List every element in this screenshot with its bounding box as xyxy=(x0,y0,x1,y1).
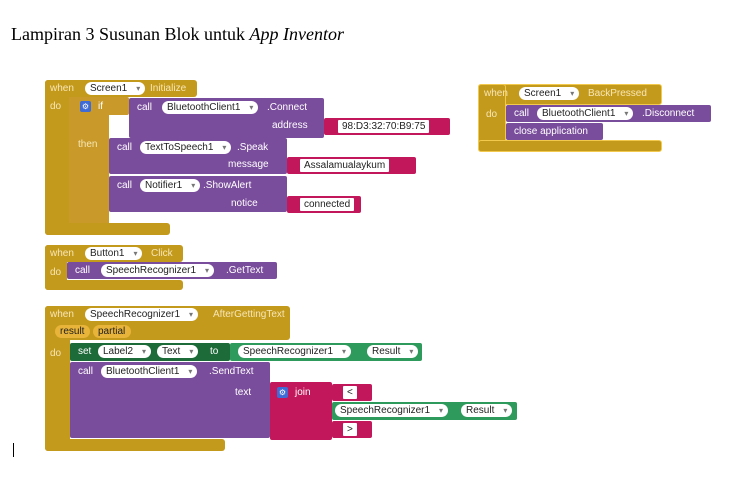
when-label: when xyxy=(50,309,74,320)
set-label: set xyxy=(78,346,92,357)
method-name: .ShowAlert xyxy=(203,180,252,191)
mutator-gear-icon[interactable]: ⚙ xyxy=(277,387,288,398)
do-label: do xyxy=(50,348,62,359)
event-name: Click xyxy=(151,248,173,259)
text-cursor xyxy=(13,443,14,457)
join-string-1-value[interactable]: < xyxy=(343,386,357,399)
screen-dropdown[interactable]: Screen1 xyxy=(519,87,580,100)
when-label: when xyxy=(484,88,508,99)
block-speech-aftergettingtext[interactable]: when SpeechRecognizer1 AfterGettingText … xyxy=(45,306,520,451)
method-name: .GetText xyxy=(226,265,264,276)
notice-value[interactable]: connected xyxy=(300,198,355,211)
speech-recognizer-dropdown[interactable]: SpeechRecognizer1 xyxy=(238,345,352,358)
call-label: call xyxy=(514,108,530,119)
join-label: join xyxy=(295,387,311,398)
when-label: when xyxy=(50,83,74,94)
block-screen1-initialize[interactable]: when Screen1 Initialize do ⚙ if then cal… xyxy=(45,80,450,235)
event-name: Initialize xyxy=(150,83,187,94)
param-text-label: text xyxy=(235,387,252,398)
block-button1-click[interactable]: when Button1 Click do call SpeechRecogni… xyxy=(45,245,280,290)
if-label: if xyxy=(98,101,103,112)
button-dropdown[interactable]: Button1 xyxy=(85,247,143,260)
screen-dropdown[interactable]: Screen1 xyxy=(85,82,146,95)
address-value[interactable]: 98:D3:32:70:B9:75 xyxy=(338,120,430,133)
call-label: call xyxy=(137,102,153,113)
speech-recognizer-dropdown[interactable]: SpeechRecognizer1 xyxy=(335,404,449,417)
label-component-dropdown[interactable]: Label2 xyxy=(98,345,152,358)
speech-recognizer-dropdown[interactable]: SpeechRecognizer1 xyxy=(85,308,199,321)
do-label: do xyxy=(50,267,62,278)
event-name: AfterGettingText xyxy=(213,309,285,320)
to-label: to xyxy=(210,346,219,357)
block-screen1-backpressed[interactable]: when Screen1 BackPressed do call Bluetoo… xyxy=(478,84,713,152)
event-footer xyxy=(45,223,170,235)
speech-recognizer-dropdown[interactable]: SpeechRecognizer1 xyxy=(101,264,215,277)
param-address-label: address xyxy=(272,120,308,131)
event-footer xyxy=(45,439,225,451)
page-heading: Lampiran 3 Susunan Blok untuk App Invent… xyxy=(11,24,344,44)
close-application-label: close application xyxy=(514,126,588,137)
call-label: call xyxy=(75,265,91,276)
param-partial[interactable]: partial xyxy=(93,325,132,338)
do-label: do xyxy=(50,101,62,112)
do-label: do xyxy=(486,109,498,120)
result-property-dropdown[interactable]: Result xyxy=(461,404,513,417)
method-name: .Disconnect xyxy=(642,108,695,119)
event-name: BackPressed xyxy=(588,88,647,99)
then-label: then xyxy=(78,139,98,150)
mutator-gear-icon[interactable]: ⚙ xyxy=(80,101,91,112)
param-result[interactable]: result xyxy=(55,325,91,338)
method-name: .Connect xyxy=(267,102,308,113)
when-label: when xyxy=(50,248,74,259)
bluetooth-component-dropdown[interactable]: BluetoothClient1 xyxy=(162,101,259,114)
event-footer xyxy=(45,280,183,290)
call-label: call xyxy=(117,142,133,153)
notifier-component-dropdown[interactable]: Notifier1 xyxy=(140,179,201,192)
param-message-label: message xyxy=(228,159,269,170)
property-dropdown[interactable]: Text xyxy=(157,345,199,358)
method-name: .Speak xyxy=(237,142,269,153)
param-notice-label: notice xyxy=(231,198,258,209)
bluetooth-component-dropdown[interactable]: BluetoothClient1 xyxy=(537,107,634,120)
call-label: call xyxy=(78,366,94,377)
event-footer xyxy=(478,140,662,152)
if-spine xyxy=(69,97,109,223)
message-value[interactable]: Assalamualaykum xyxy=(300,159,390,172)
join-string-3-value[interactable]: > xyxy=(343,423,357,436)
call-label: call xyxy=(117,180,133,191)
result-property-dropdown[interactable]: Result xyxy=(367,345,419,358)
tts-component-dropdown[interactable]: TextToSpeech1 xyxy=(140,141,232,154)
bluetooth-component-dropdown[interactable]: BluetoothClient1 xyxy=(101,365,198,378)
method-name: .SendText xyxy=(209,366,254,377)
